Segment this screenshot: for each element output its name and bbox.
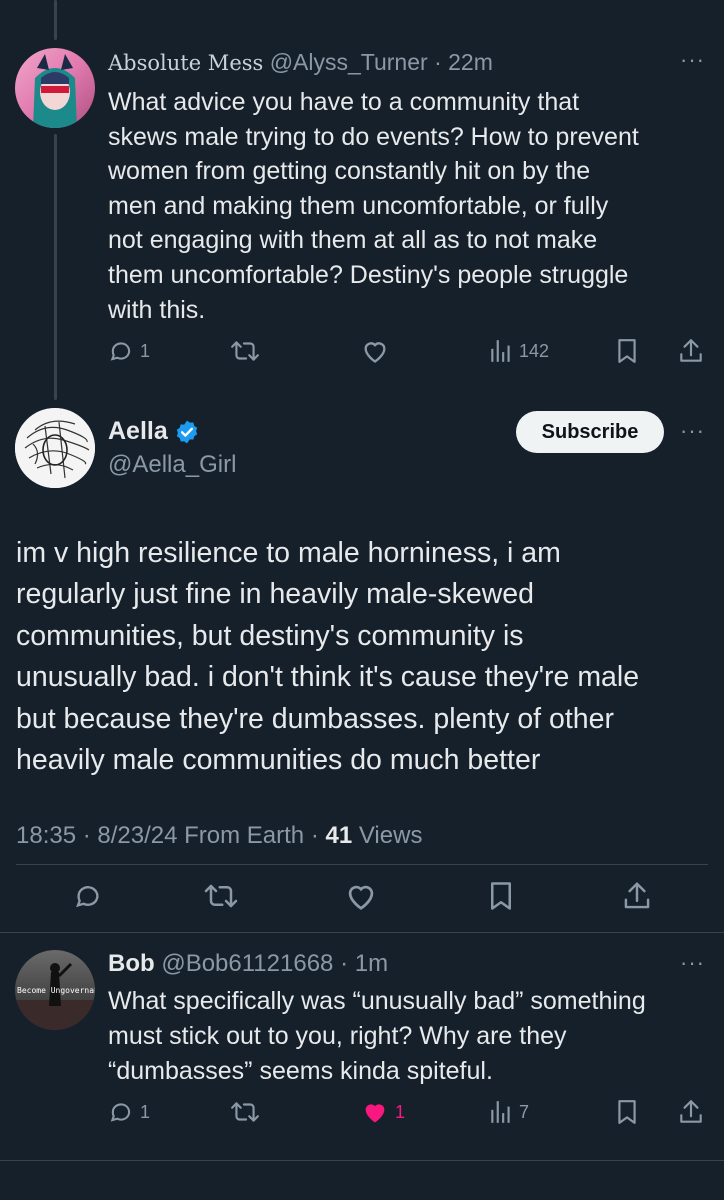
handle[interactable]: @Alyss_Turner [270,49,428,75]
timestamp[interactable]: · 1m [340,950,388,977]
tweet-author: Aella [108,417,200,446]
text-line: with this. [108,295,206,324]
more-options-button[interactable]: ··· [680,47,705,73]
more-options-button[interactable]: ··· [680,418,705,444]
verified-badge-icon [176,420,197,443]
text-line: unusually bad. i don't think it's cause … [16,661,640,694]
reply-button[interactable]: 1 [108,338,150,364]
avatar-image [15,48,95,128]
text-line: but because they're dumbasses. plenty of… [16,702,614,735]
display-name[interactable]: Aella [108,417,168,446]
views-icon [491,340,510,362]
tweet-text: What specifically was “unusually bad” so… [108,984,708,1089]
retweet-button[interactable] [203,881,239,911]
tweet-text: im v high resilience to male horniness, … [16,533,716,781]
bookmark-button[interactable] [487,881,515,911]
reply-icon [110,1103,131,1122]
text-line: im v high resilience to male horniness, … [16,537,561,569]
views-icon [491,1101,510,1123]
reply-button[interactable] [73,881,103,911]
retweet-icon [231,341,259,361]
tweet-header: Absolute Mess @Alyss_Turner · 22m [108,49,493,76]
text-line: not engaging with them at all as to not … [108,226,598,255]
like-button[interactable] [361,338,389,364]
views-count: 41 [325,822,353,849]
bookmark-button[interactable] [615,1099,639,1125]
share-icon [680,1100,702,1123]
share-button[interactable] [678,1098,704,1126]
divider [16,864,708,865]
divider [0,1160,724,1161]
retweet-icon [231,1102,259,1122]
view-count: 142 [519,340,550,361]
tweet-header: Bob @Bob61121668 · 1m [108,950,388,978]
text-line: regularly just fine in heavily male-skew… [16,578,534,611]
share-button[interactable] [622,880,652,912]
text-line: What specifically was “unusually bad” so… [108,987,646,1015]
bookmark-icon [618,339,636,363]
text-line: them uncomfortable? Destiny's people str… [108,260,629,289]
text-line: must stick out to you, right? Why are th… [108,1022,567,1050]
text-line: “dumbasses” seems kinda spiteful. [108,1057,493,1085]
retweet-icon [204,884,238,908]
timestamp[interactable]: · 22m [434,49,493,75]
like-count: 1 [395,1101,406,1122]
tweet-timestamp[interactable]: 18:35 · 8/23/24 From Earth · [16,822,319,849]
views-button[interactable]: 142 [489,338,549,364]
bookmark-icon [491,882,511,910]
subscribe-button[interactable]: Subscribe [516,411,664,453]
reply-icon [76,886,99,908]
avatar-bob[interactable]: Become Ungovernable [15,950,95,1030]
like-button[interactable] [344,881,378,911]
more-icon: ··· [680,950,705,975]
more-options-button[interactable]: ··· [680,950,705,976]
tweet-meta: 18:35 · 8/23/24 From Earth · 41 Views [16,822,422,850]
reply-icon [110,342,131,361]
tweet-text: What advice you have to a community that… [108,85,708,327]
like-icon [348,885,374,910]
thread-line-mid [54,134,57,400]
retweet-button[interactable] [230,338,260,364]
display-name[interactable]: Bob [108,950,155,977]
share-button[interactable] [678,337,704,365]
views-button[interactable]: 7 [489,1099,529,1125]
avatar-caption: Become Ungovernable [17,986,95,995]
avatar-aella[interactable] [15,408,95,488]
text-line: communities, but destiny's community is [16,619,524,652]
text-line: skews male trying to do events? How to p… [108,122,639,151]
reply-count: 1 [140,340,151,361]
like-filled-icon [365,1104,385,1123]
bookmark-icon [618,1100,636,1124]
view-count: 7 [519,1101,530,1122]
retweet-button[interactable] [230,1099,260,1125]
like-icon [364,342,386,363]
avatar-absolute-mess[interactable] [15,48,95,128]
text-line: men and making them uncomfortable, or fu… [108,191,609,220]
reply-button[interactable]: 1 [108,1099,150,1125]
reply-count: 1 [140,1101,151,1122]
text-line: What advice you have to a community that [108,88,580,116]
like-button[interactable]: 1 [361,1099,405,1125]
handle[interactable]: @Aella_Girl [108,451,236,479]
share-icon [624,882,650,909]
bookmark-button[interactable] [615,338,639,364]
more-icon: ··· [680,418,705,443]
handle[interactable]: @Bob61121668 [161,950,333,977]
text-line: women from getting constantly hit on by … [108,157,591,186]
more-icon: ··· [680,47,705,72]
thread-line-top [54,0,57,40]
text-line: heavily male communities do much better [16,744,541,777]
views-label: Views [358,822,423,849]
share-icon [680,339,702,362]
display-name[interactable]: Absolute Mess [108,51,263,75]
divider [0,932,724,933]
avatar-image [15,408,95,488]
